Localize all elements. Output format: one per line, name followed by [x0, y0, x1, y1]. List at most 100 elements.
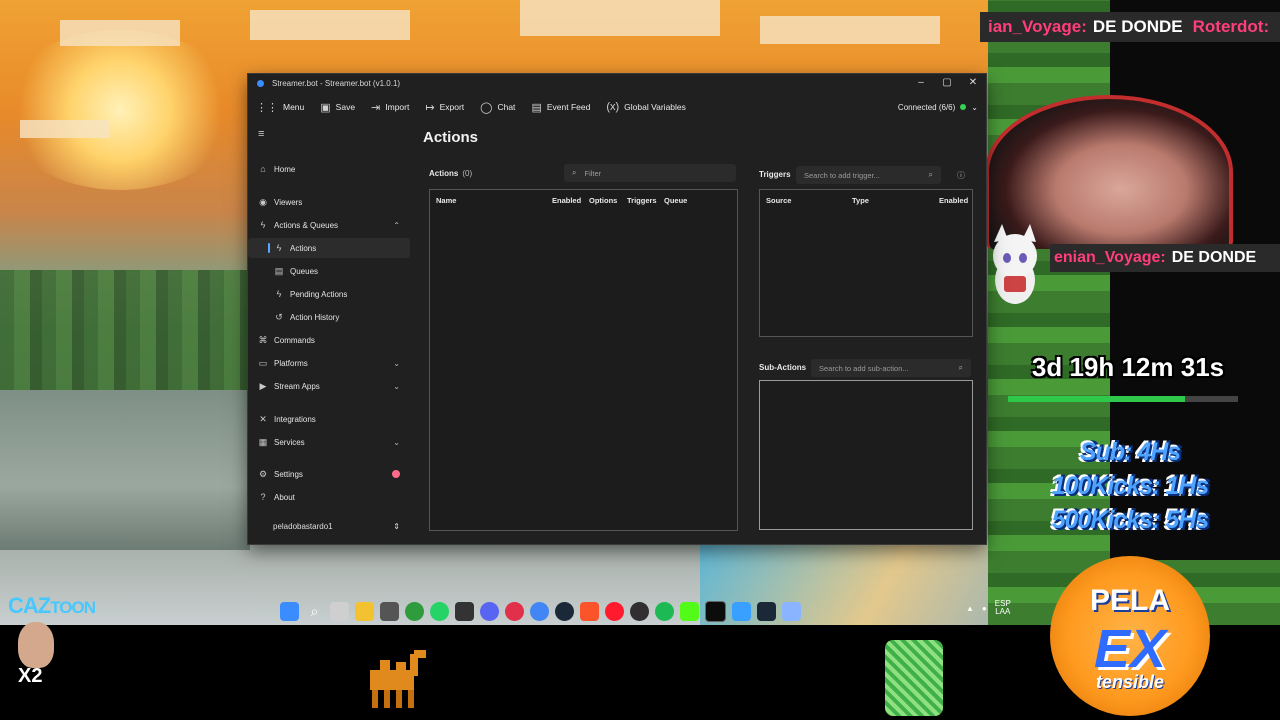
export-button[interactable]: ↦ Export	[425, 101, 464, 114]
subaction-search-input[interactable]: Search to add sub-action... ⌕	[811, 359, 971, 377]
sidebar-item-stream-apps[interactable]: ▶ Stream Apps ⌄	[248, 376, 410, 396]
chat-bubble-icon: ◯	[480, 101, 493, 114]
brave-icon[interactable]	[580, 601, 599, 621]
chat-message: DE DONDE	[1171, 249, 1257, 266]
history-icon: ↺	[275, 311, 283, 322]
timer-progress-bar	[1008, 396, 1238, 402]
sidebar-item-services[interactable]: ▦ Services ⌄	[248, 432, 410, 452]
chat-username: ian_Voyage:	[988, 17, 1087, 36]
streamerbot-logo-icon	[257, 79, 264, 87]
sidebar-item-queues[interactable]: ▤ Queues	[248, 261, 410, 281]
lightning-icon: ϟ	[260, 220, 266, 230]
menu-button[interactable]: ⋮⋮ Menu	[256, 101, 304, 114]
sidebar-item-integrations[interactable]: ✕ Integrations	[248, 409, 410, 429]
terminal-icon[interactable]	[380, 601, 399, 621]
export-icon: ↦	[425, 101, 435, 114]
streamerbot-window: Streamer.bot - Streamer.bot (v1.0.1) – ▢…	[248, 74, 986, 544]
sidebar-item-viewers[interactable]: ◉ Viewers	[248, 192, 410, 212]
home-icon: ⌂	[260, 164, 266, 174]
obs-icon[interactable]	[505, 601, 524, 621]
whatsapp-icon[interactable]	[430, 601, 449, 621]
subactions-list[interactable]	[759, 380, 973, 530]
page-title: Actions	[423, 129, 479, 146]
info-icon[interactable]: ⓘ	[957, 170, 965, 181]
mascot-avatar	[993, 224, 1037, 304]
column-source[interactable]: Source	[766, 196, 791, 205]
actions-header: Actions (0)	[429, 169, 473, 178]
column-queue[interactable]: Queue	[664, 196, 687, 205]
goal-100kicks: 100Kicks: 1Hs	[1051, 472, 1210, 500]
gear-icon: ⚙	[258, 468, 268, 479]
opera-icon[interactable]	[605, 601, 624, 621]
column-name[interactable]: Name	[436, 196, 456, 205]
global-variables-button[interactable]: (x) Global Variables	[606, 101, 686, 113]
sidebar-item-home[interactable]: ⌂ Home	[248, 159, 410, 179]
xbox-icon[interactable]	[405, 601, 424, 621]
connection-status[interactable]: Connected (6/6) ⌄	[898, 103, 978, 112]
sidebar-item-commands[interactable]: ⌘ Commands	[248, 330, 410, 350]
spotify-icon[interactable]	[655, 601, 674, 621]
chat-button[interactable]: ◯ Chat	[480, 101, 515, 114]
sidebar-item-actions[interactable]: ϟ Actions	[248, 238, 410, 258]
caztoon-logo: CAZTOON	[8, 593, 96, 618]
sidebar-item-pending-actions[interactable]: ϟ Pending Actions	[248, 284, 410, 304]
maximize-icon[interactable]: ▢	[934, 74, 960, 92]
sidebar-item-settings[interactable]: ⚙ Settings	[248, 464, 410, 484]
actions-filter-input[interactable]: ⌕ Filter	[564, 164, 736, 182]
cloud	[760, 16, 940, 44]
hamburger-menu-icon[interactable]: ≡	[258, 128, 264, 140]
sidebar-item-action-history[interactable]: ↺ Action History	[248, 307, 410, 327]
chat-message: DE DONDE	[1092, 17, 1183, 36]
search-icon[interactable]: ⌕	[305, 602, 324, 621]
column-enabled[interactable]: Enabled	[939, 196, 968, 205]
trigger-search-input[interactable]: Search to add trigger... ⌕	[796, 166, 941, 184]
title-bar: Streamer.bot - Streamer.bot (v1.0.1) – ▢…	[248, 74, 986, 92]
steam-app-icon[interactable]	[757, 601, 776, 621]
window-title: Streamer.bot - Streamer.bot (v1.0.1)	[272, 78, 401, 88]
sidebar-item-platforms[interactable]: ▭ Platforms ⌄	[248, 353, 410, 373]
minimize-icon[interactable]: –	[908, 74, 934, 92]
column-options[interactable]: Options	[589, 196, 617, 205]
goal-500kicks: 500Kicks: 5Hs	[1051, 506, 1210, 534]
triggers-table[interactable]: Source Type Enabled	[759, 189, 973, 337]
water	[0, 390, 250, 550]
help-icon: ?	[260, 492, 266, 502]
language-indicator[interactable]: ESP LAA	[995, 600, 1011, 616]
terminal-app-icon[interactable]	[705, 600, 726, 622]
column-triggers[interactable]: Triggers	[627, 196, 657, 205]
kick-icon[interactable]	[680, 601, 699, 621]
obs-studio-icon[interactable]	[630, 601, 649, 621]
column-enabled[interactable]: Enabled	[552, 196, 581, 205]
app-icon[interactable]	[455, 601, 474, 621]
windows-taskbar: ⌕	[280, 598, 1080, 624]
actions-table[interactable]: Name Enabled Options Triggers Queue	[429, 189, 738, 531]
windows-start-icon[interactable]	[280, 601, 299, 621]
sidebar-item-actions-queues[interactable]: ϟ Actions & Queues ⌃	[248, 215, 410, 235]
save-button[interactable]: ▣ Save	[320, 101, 355, 114]
window-icon[interactable]	[732, 601, 751, 621]
column-type[interactable]: Type	[852, 196, 869, 205]
chat-username: Roterdot:	[1192, 17, 1270, 36]
commands-icon: ⌘	[258, 334, 268, 345]
pelaextensible-badge: PELA EX tensible	[1050, 556, 1210, 716]
import-icon: ⇥	[371, 101, 381, 114]
chrome-icon[interactable]	[530, 601, 549, 621]
event-feed-button[interactable]: ▤ Event Feed	[531, 101, 590, 114]
task-view-icon[interactable]	[330, 601, 349, 621]
pending-icon: ϟ	[276, 289, 282, 299]
file-explorer-icon[interactable]	[355, 601, 374, 621]
discord-icon[interactable]	[480, 601, 499, 621]
microphone-icon[interactable]: ●	[982, 604, 987, 613]
chevron-up-icon: ⌃	[393, 220, 400, 230]
sidebar-item-about[interactable]: ? About	[248, 487, 410, 507]
green-barrel-sprite	[885, 640, 943, 716]
streamerbot-icon[interactable]	[782, 601, 801, 621]
close-icon[interactable]: ✕	[960, 74, 986, 92]
steam-icon[interactable]	[555, 601, 574, 621]
import-button[interactable]: ⇥ Import	[371, 101, 409, 114]
chevron-down-icon: ⌄	[393, 358, 400, 368]
goal-sub: Sub: 4Hs	[1079, 438, 1181, 466]
profile-selector[interactable]: peladobastardo1 ⇕	[248, 522, 410, 531]
lightning-icon: ϟ	[276, 243, 282, 253]
chevron-up-icon[interactable]: ▲	[966, 604, 974, 613]
